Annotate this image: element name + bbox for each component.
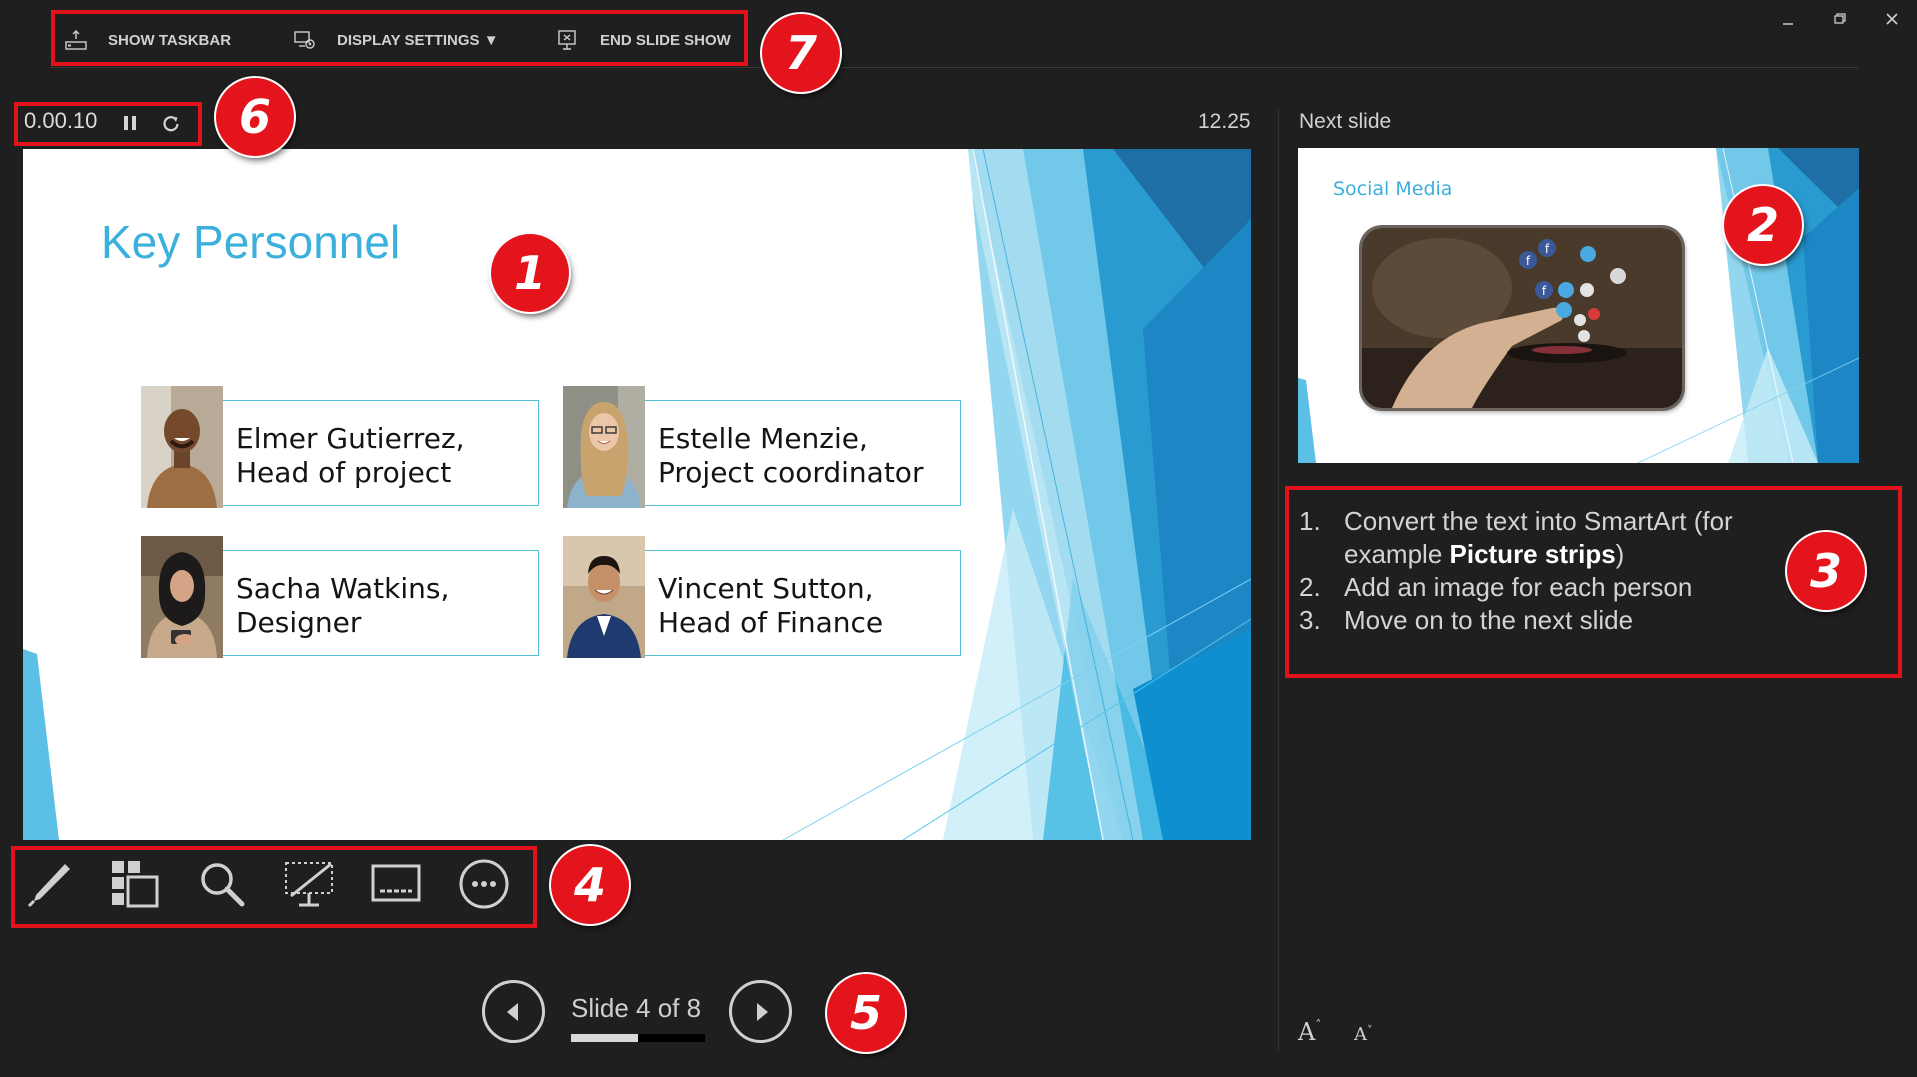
- person-name-title: Elmer Gutierrez, Head of project: [236, 422, 465, 489]
- annotation-marker: 6: [216, 78, 294, 156]
- annotation-marker: 4: [551, 846, 629, 924]
- next-slide-label: Next slide: [1299, 110, 1392, 133]
- decrease-font-button[interactable]: A˅: [1354, 1024, 1373, 1045]
- chevron-right-icon: [756, 1002, 768, 1021]
- annotation-marker: 2: [1724, 186, 1802, 264]
- increase-font-icon: A: [1298, 1018, 1316, 1046]
- restore-button[interactable]: [1820, 4, 1860, 34]
- panel-divider: [1278, 110, 1279, 1050]
- minimize-icon: [1783, 23, 1793, 25]
- chevron-left-icon: [506, 1002, 518, 1021]
- annotation-marker: 5: [827, 974, 905, 1052]
- person-name-title: Sacha Watkins, Designer: [236, 572, 450, 639]
- next-slide-title: Social Media: [1333, 178, 1453, 200]
- person-name-title: Estelle Menzie, Project coordinator: [658, 422, 924, 489]
- previous-slide-button[interactable]: [482, 980, 545, 1043]
- close-icon: [1886, 13, 1898, 25]
- person-card: Sacha Watkins, Designer: [141, 536, 541, 658]
- slide-title: Key Personnel: [101, 216, 401, 268]
- person-card: Vincent Sutton, Head of Finance: [563, 536, 963, 658]
- person-photo: [563, 536, 645, 658]
- person-name-title: Vincent Sutton, Head of Finance: [658, 572, 884, 639]
- next-slide-button[interactable]: [729, 980, 792, 1043]
- social-media-image: f f f: [1362, 228, 1682, 408]
- increase-font-button[interactable]: A˄: [1298, 1018, 1321, 1046]
- person-photo: [141, 536, 223, 658]
- person-photo: [141, 386, 223, 508]
- person-card: Elmer Gutierrez, Head of project: [141, 386, 541, 508]
- close-button[interactable]: [1872, 4, 1912, 34]
- minimize-button[interactable]: [1768, 4, 1808, 34]
- person-photo: [563, 386, 645, 508]
- decrease-font-icon: A: [1354, 1024, 1367, 1045]
- restore-icon: [1834, 13, 1846, 24]
- slide-progress-fill: [571, 1034, 638, 1042]
- slide-progress-bar: [571, 1034, 705, 1042]
- slide-counter[interactable]: Slide 4 of 8: [571, 993, 701, 1024]
- annotation-marker: 7: [762, 14, 840, 92]
- annotation-box-toolbar: [51, 10, 748, 66]
- annotation-box-tools: [11, 846, 537, 928]
- person-card: Estelle Menzie, Project coordinator: [563, 386, 963, 508]
- annotation-box-timer: [14, 102, 202, 146]
- annotation-marker: 3: [1787, 532, 1865, 610]
- current-slide[interactable]: Key Personnel Elmer Gutierrez, Head of p…: [23, 149, 1251, 840]
- toolbar-divider: [50, 67, 1858, 68]
- current-time: 12.25: [1198, 110, 1251, 133]
- annotation-marker: 1: [491, 234, 569, 312]
